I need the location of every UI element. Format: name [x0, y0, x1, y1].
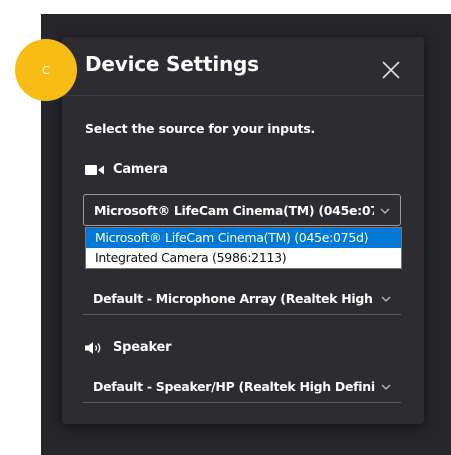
camera-option-integrated[interactable]: Integrated Camera (5986:2113)	[86, 248, 401, 268]
camera-label-text: Camera	[113, 162, 168, 177]
speaker-select[interactable]: Default - Speaker/HP (Realtek High Defin…	[83, 371, 401, 403]
dialog-title: Device Settings	[85, 52, 259, 76]
speaker-select-value: Default - Speaker/HP (Realtek High Defin…	[93, 379, 375, 394]
speaker-label-text: Speaker	[113, 340, 172, 355]
microphone-select[interactable]: Default - Microphone Array (Realtek High…	[83, 283, 401, 315]
avatar[interactable]: C	[15, 39, 77, 101]
chevron-down-icon	[381, 384, 391, 390]
camera-label: Camera	[85, 162, 168, 177]
avatar-initial: C	[42, 63, 50, 77]
chevron-down-icon	[381, 296, 391, 302]
video-camera-icon	[85, 164, 105, 176]
microphone-select-value: Default - Microphone Array (Realtek High…	[93, 291, 375, 306]
close-button[interactable]	[379, 58, 403, 82]
speaker-label: Speaker	[85, 340, 172, 355]
camera-dropdown-list: Microsoft® LifeCam Cinema(TM) (045e:075d…	[85, 227, 402, 269]
camera-select-value: Microsoft® LifeCam Cinema(TM) (045e:075d…	[94, 203, 374, 218]
camera-select[interactable]: Microsoft® LifeCam Cinema(TM) (045e:075d…	[83, 194, 401, 226]
speaker-icon	[85, 341, 105, 355]
instructions-text: Select the source for your inputs.	[85, 121, 316, 136]
close-icon	[382, 61, 400, 79]
header-divider	[62, 95, 424, 96]
camera-option-lifecam[interactable]: Microsoft® LifeCam Cinema(TM) (045e:075d…	[86, 228, 401, 248]
chevron-down-icon	[380, 208, 390, 214]
